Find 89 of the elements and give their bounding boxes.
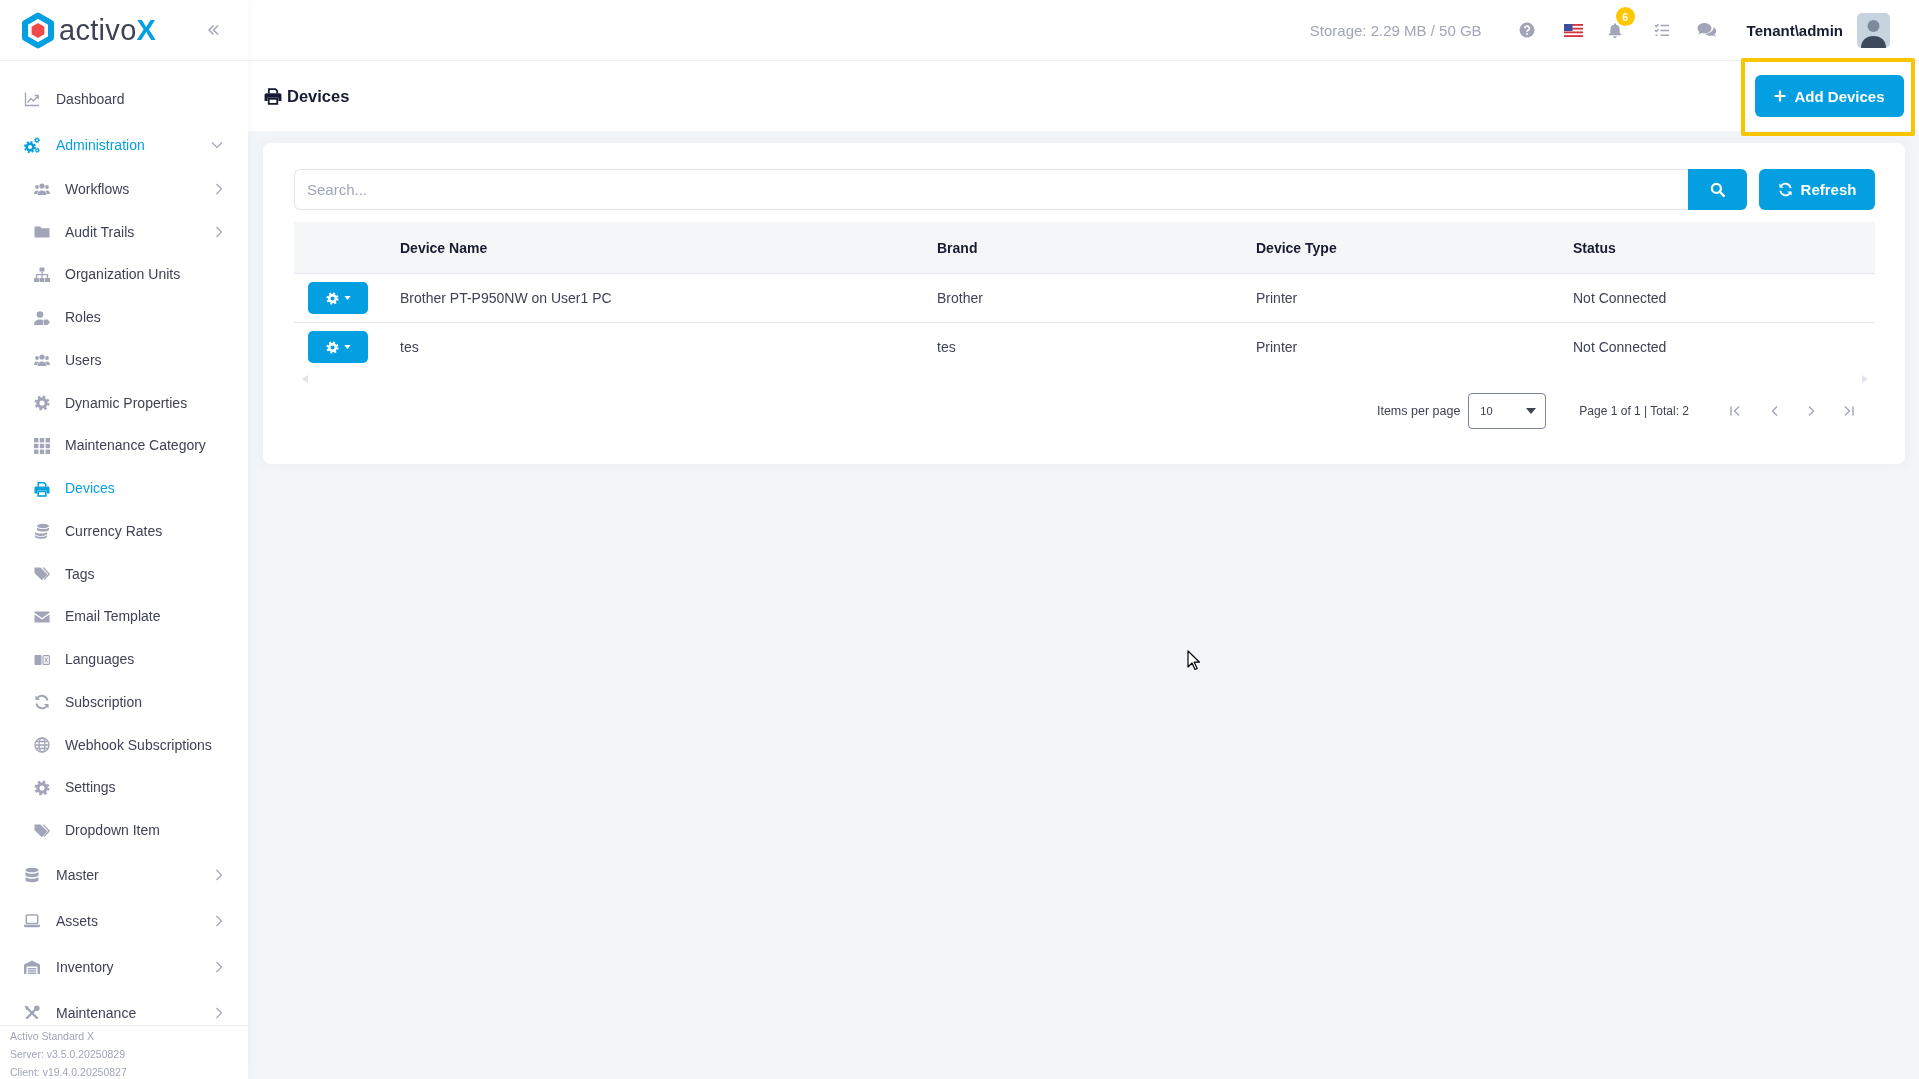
crossed-tools-icon	[24, 1005, 40, 1021]
caret-down-icon	[343, 296, 351, 300]
nav-item[interactable]: Maintenance	[0, 990, 248, 1025]
sync-icon	[1777, 182, 1793, 197]
nav-item[interactable]: Dropdown Item	[0, 809, 248, 852]
page-size-select[interactable]: 10	[1468, 393, 1547, 429]
footer-text: Client: v19.4.0.20250827	[10, 1065, 128, 1079]
table-cell: tes	[937, 322, 1256, 371]
users-icon	[34, 181, 50, 198]
scroll-right-icon[interactable]	[1862, 375, 1868, 383]
footer-text: Server: v3.5.0.20250829	[10, 1047, 126, 1062]
laptop-icon	[24, 913, 40, 929]
column-header: Device Type	[1256, 222, 1573, 274]
nav-item[interactable]: Settings	[0, 766, 248, 810]
gears-icon	[24, 137, 40, 153]
first-page-icon[interactable]	[1728, 404, 1742, 418]
gear-icon	[325, 291, 339, 305]
nav-item[interactable]: Audit Trails	[0, 210, 248, 254]
items-per-page-label: Items per page	[1376, 404, 1461, 418]
database-icon	[24, 867, 40, 883]
nav-item[interactable]: Assets	[0, 898, 248, 944]
user-name[interactable]: Tenant\admin	[1746, 21, 1843, 39]
gear-icon	[325, 340, 339, 354]
storage-text: Storage: 2.29 MB / 50 GB	[1309, 21, 1482, 39]
printer-icon	[264, 87, 282, 105]
nav-item[interactable]: Tags	[0, 552, 248, 596]
row-actions-button[interactable]	[308, 282, 368, 314]
column-header: Device Name	[400, 222, 937, 274]
tags-icon	[34, 822, 50, 839]
table-cell: Printer	[1256, 273, 1573, 323]
caret-down-icon	[343, 345, 351, 349]
warehouse-icon	[24, 959, 40, 975]
table-cell: Printer	[1256, 322, 1573, 371]
nav-item[interactable]: Currency Rates	[0, 510, 248, 553]
coins-icon	[34, 523, 50, 540]
table-cell: Not Connected	[1573, 322, 1875, 371]
scroll-left-icon[interactable]	[302, 375, 308, 383]
gear-icon	[34, 779, 50, 796]
table-cell: tes	[400, 322, 937, 371]
table-cell: Not Connected	[1573, 273, 1875, 323]
plus-icon	[1774, 90, 1787, 102]
nav-item[interactable]: Organization Units	[0, 253, 248, 297]
search-icon	[1710, 182, 1725, 197]
footer-text: Activo Standard X	[10, 1029, 96, 1044]
chat-icon[interactable]	[1696, 22, 1717, 38]
grid-icon	[34, 437, 50, 454]
nav-item[interactable]: Dynamic Properties	[0, 381, 248, 425]
folder-icon	[34, 224, 50, 241]
nav-item[interactable]: Dashboard	[0, 76, 248, 122]
line-chart-icon	[24, 91, 40, 107]
avatar-icon[interactable]	[1857, 12, 1890, 48]
search-field[interactable]: Search...	[294, 169, 1688, 210]
table-cell: Brother PT-P950NW on User1 PC	[400, 273, 937, 323]
last-page-icon[interactable]	[1842, 404, 1856, 418]
page-summary: Page 1 of 1 | Total: 2	[1579, 404, 1689, 418]
page-title: Devices	[287, 86, 350, 106]
gear-icon	[34, 395, 50, 412]
logo-text: activoX	[59, 13, 157, 47]
help-icon[interactable]	[1518, 22, 1535, 38]
nav-item[interactable]: Inventory	[0, 944, 248, 990]
column-header: Status	[1573, 222, 1875, 274]
nav-item[interactable]: Webhook Subscriptions	[0, 723, 248, 767]
mouse-pointer-icon	[1187, 650, 1201, 671]
notification-badge: 6	[1615, 7, 1635, 26]
logo-icon	[22, 11, 54, 49]
nav-item[interactable]: Email Template	[0, 595, 248, 639]
nav-item[interactable]: Maintenance Category	[0, 424, 248, 468]
collapse-icon[interactable]	[206, 23, 220, 37]
nav-item[interactable]: Languages	[0, 638, 248, 681]
sync-icon	[34, 694, 50, 711]
nav-item[interactable]: Master	[0, 852, 248, 898]
nav-item[interactable]: Workflows	[0, 168, 248, 211]
table-cell: Brother	[937, 273, 1256, 323]
users-icon	[34, 352, 50, 369]
us-flag-icon[interactable]	[1563, 23, 1583, 37]
sitemap-icon	[34, 266, 50, 283]
search-button[interactable]	[1688, 169, 1747, 210]
tags-icon	[34, 566, 50, 583]
printer-icon	[34, 480, 50, 497]
column-header: Brand	[937, 222, 1256, 274]
globe-icon	[34, 737, 50, 754]
bell-icon[interactable]	[1606, 22, 1623, 38]
nav-item[interactable]: Users	[0, 339, 248, 382]
nav-item[interactable]: Subscription	[0, 681, 248, 724]
nav-item[interactable]: Roles	[0, 296, 248, 339]
row-actions-button[interactable]	[308, 331, 368, 363]
user-tag-icon	[34, 309, 50, 326]
caret-down-icon	[1526, 408, 1537, 414]
checklist-icon[interactable]	[1653, 22, 1670, 38]
